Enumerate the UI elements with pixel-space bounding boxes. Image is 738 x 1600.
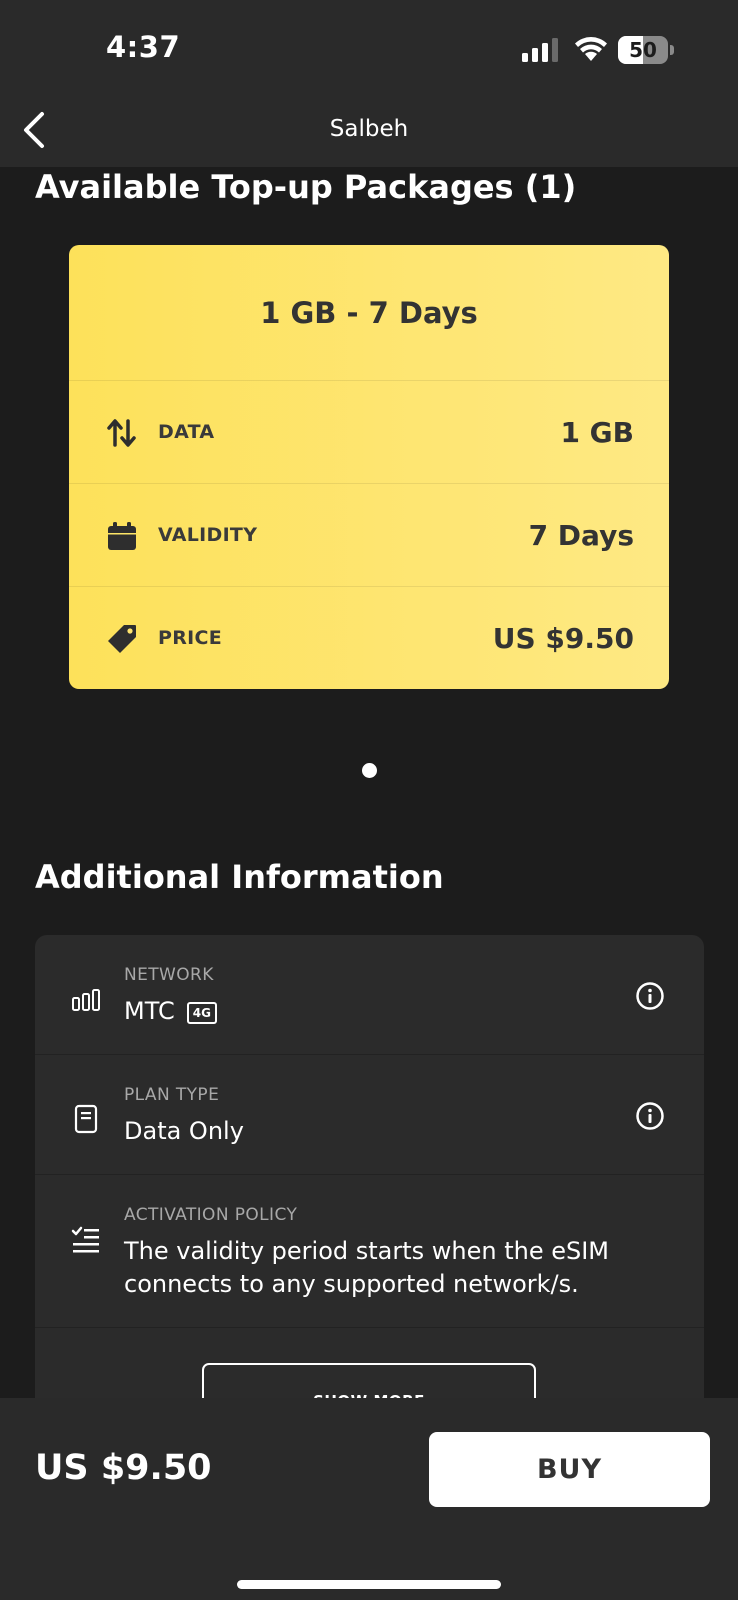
home-indicator [237, 1580, 501, 1589]
package-title: 1 GB - 7 Days [69, 245, 669, 381]
plan-type-row: PLAN TYPE Data Only [35, 1055, 704, 1175]
network-bars-icon [72, 989, 100, 1011]
activation-policy-line-1: The validity period starts when the eSIM [124, 1237, 610, 1265]
document-icon [74, 1104, 98, 1134]
info-icon[interactable] [635, 1101, 665, 1131]
plan-type-value: Data Only [124, 1117, 244, 1145]
price-label: PRICE [158, 627, 223, 649]
network-label: NETWORK [124, 965, 214, 985]
battery-icon: 50 [618, 36, 674, 64]
package-row-validity: VALIDITY 7 Days [69, 484, 669, 587]
activation-policy-row: ACTIVATION POLICY The validity period st… [35, 1175, 704, 1328]
activation-policy-label: ACTIVATION POLICY [124, 1205, 298, 1225]
activation-policy-line-2: connects to any supported network/s. [124, 1270, 579, 1298]
validity-label: VALIDITY [158, 524, 258, 546]
packages-section-title: Available Top-up Packages (1) [35, 168, 577, 206]
plan-type-label: PLAN TYPE [124, 1085, 220, 1105]
network-value: MTC 4G [124, 995, 217, 1028]
carousel-page-dot[interactable] [362, 763, 377, 778]
total-price: US $9.50 [35, 1448, 212, 1488]
price-tag-icon [108, 625, 136, 653]
battery-cap [670, 45, 674, 55]
checklist-icon [71, 1226, 99, 1253]
battery-level: 50 [629, 38, 657, 62]
4g-badge: 4G [186, 1002, 217, 1024]
package-row-data: DATA 1 GB [69, 381, 669, 484]
package-row-price: PRICE US $9.50 [69, 587, 669, 689]
additional-info-card: NETWORK MTC 4G PLAN TYPE Data Only ACTIV… [35, 935, 704, 1415]
status-bar: 4:37 50 [0, 0, 738, 100]
signal-icon [522, 38, 558, 62]
validity-value: 7 Days [528, 519, 634, 552]
network-name: MTC [124, 997, 175, 1025]
top-bar: 4:37 50 Salbeh [0, 0, 738, 167]
up-down-arrows-icon [107, 419, 136, 447]
page-title: Salbeh [329, 116, 409, 142]
data-value: 1 GB [560, 416, 634, 449]
price-value: US $9.50 [492, 622, 634, 655]
additional-info-title: Additional Information [35, 858, 444, 896]
buy-button[interactable]: BUY [429, 1432, 710, 1507]
calendar-icon [108, 522, 136, 550]
wifi-icon [575, 37, 607, 61]
package-card[interactable]: 1 GB - 7 Days DATA 1 GB VALIDITY 7 Days … [69, 245, 669, 689]
info-icon[interactable] [635, 981, 665, 1011]
battery-body: 50 [618, 36, 668, 64]
data-label: DATA [158, 421, 215, 443]
network-row: NETWORK MTC 4G [35, 935, 704, 1055]
bottom-bar: US $9.50 BUY [0, 1398, 738, 1600]
activation-policy-value: The validity period starts when the eSIM… [124, 1235, 609, 1301]
status-time: 4:37 [106, 30, 181, 64]
